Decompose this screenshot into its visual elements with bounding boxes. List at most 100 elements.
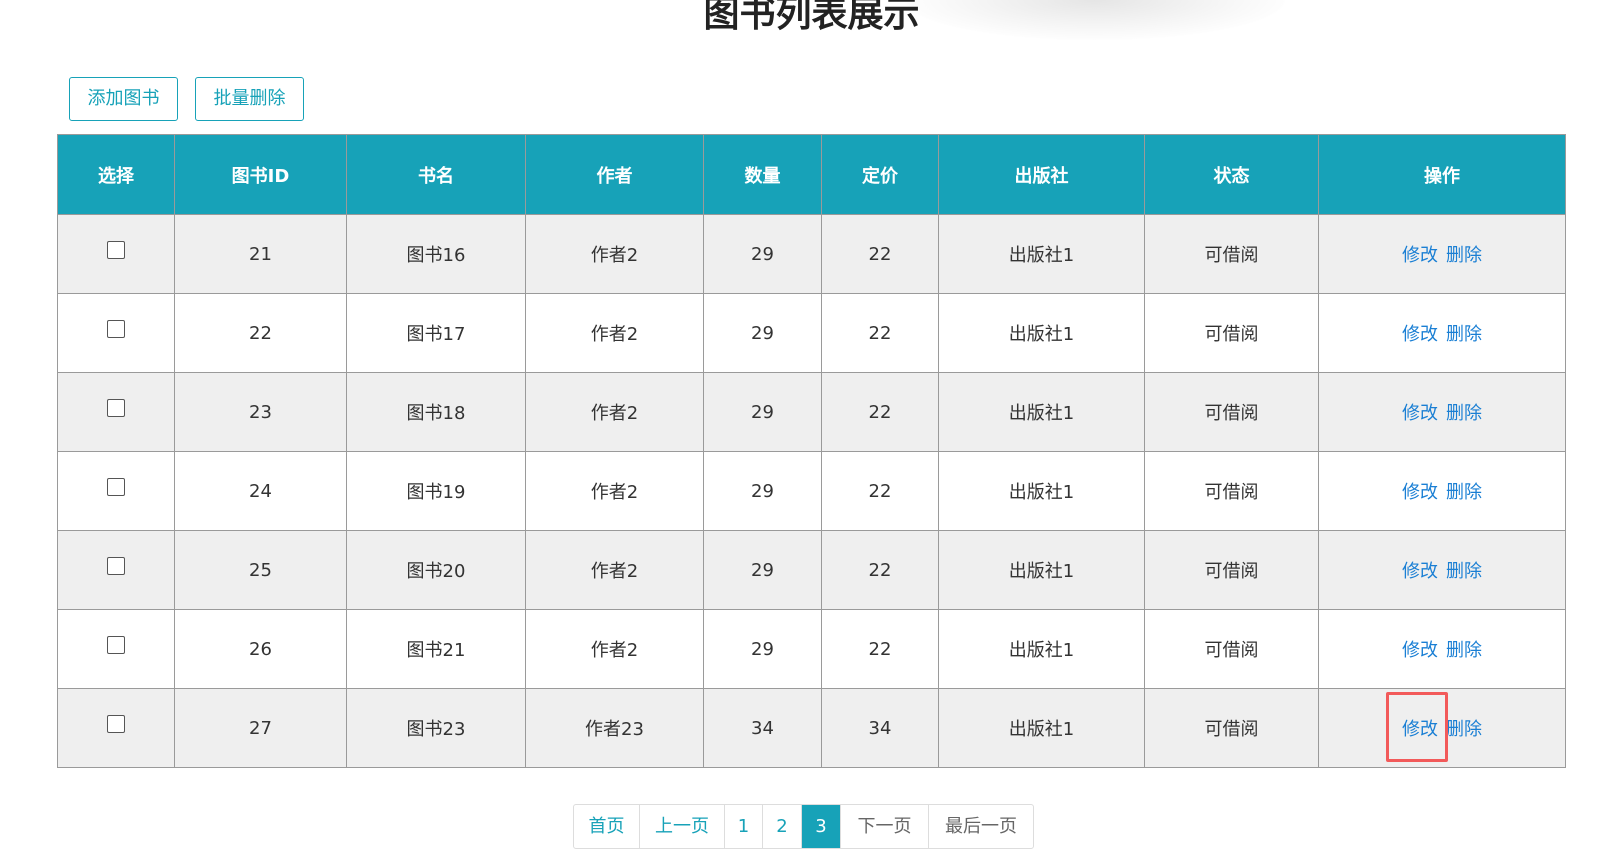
status-cell: 可借阅	[1144, 451, 1319, 531]
select-cell	[57, 609, 175, 689]
actions-cell: 修改 删除	[1318, 214, 1566, 294]
author-cell: 作者2	[525, 214, 704, 294]
select-cell	[57, 530, 175, 610]
header-author: 作者	[525, 134, 704, 215]
actions-cell: 修改 删除	[1318, 451, 1566, 531]
status-cell: 可借阅	[1144, 609, 1319, 689]
delete-link[interactable]: 删除	[1446, 324, 1482, 345]
status-cell: 可借阅	[1144, 530, 1319, 610]
table-row: 26 图书21 作者2 29 22 出版社1 可借阅 修改 删除	[57, 609, 1566, 689]
count-cell: 29	[703, 372, 822, 452]
header-book-name: 书名	[346, 134, 526, 215]
book-name-cell: 图书20	[346, 530, 526, 610]
edit-link[interactable]: 修改	[1402, 482, 1438, 503]
select-cell	[57, 214, 175, 294]
publisher-cell: 出版社1	[938, 688, 1145, 768]
publisher-cell: 出版社1	[938, 214, 1145, 294]
select-cell	[57, 293, 175, 373]
actions-cell: 修改 删除	[1318, 688, 1566, 768]
book-name-cell: 图书23	[346, 688, 526, 768]
count-cell: 29	[703, 214, 822, 294]
actions-cell: 修改 删除	[1318, 293, 1566, 373]
pagination-page-1[interactable]: 1	[724, 805, 762, 848]
book-id-cell: 23	[174, 372, 347, 452]
delete-link[interactable]: 删除	[1446, 482, 1482, 503]
header-actions: 操作	[1318, 134, 1566, 215]
count-cell: 29	[703, 530, 822, 610]
page-title: 图书列表展示	[703, 0, 920, 35]
actions-cell: 修改 删除	[1318, 372, 1566, 452]
count-cell: 29	[703, 293, 822, 373]
row-checkbox[interactable]	[107, 398, 125, 417]
author-cell: 作者2	[525, 530, 704, 610]
edit-link[interactable]: 修改	[1402, 640, 1438, 661]
book-name-cell: 图书19	[346, 451, 526, 531]
pagination-prev[interactable]: 上一页	[639, 805, 724, 848]
delete-link[interactable]: 删除	[1446, 403, 1482, 424]
table-row: 27 图书23 作者23 34 34 出版社1 可借阅 修改 删除	[57, 688, 1566, 768]
delete-link[interactable]: 删除	[1446, 640, 1482, 661]
price-cell: 22	[821, 530, 939, 610]
row-checkbox[interactable]	[107, 477, 125, 496]
row-checkbox[interactable]	[107, 319, 125, 338]
price-cell: 22	[821, 372, 939, 452]
status-cell: 可借阅	[1144, 293, 1319, 373]
header-count: 数量	[703, 134, 822, 215]
publisher-cell: 出版社1	[938, 530, 1145, 610]
select-cell	[57, 688, 175, 768]
select-cell	[57, 372, 175, 452]
publisher-cell: 出版社1	[938, 372, 1145, 452]
delete-link[interactable]: 删除	[1446, 719, 1482, 740]
author-cell: 作者23	[525, 688, 704, 768]
author-cell: 作者2	[525, 609, 704, 689]
author-cell: 作者2	[525, 451, 704, 531]
row-checkbox[interactable]	[107, 556, 125, 575]
price-cell: 22	[821, 293, 939, 373]
publisher-cell: 出版社1	[938, 451, 1145, 531]
book-id-cell: 25	[174, 530, 347, 610]
header-status: 状态	[1144, 134, 1319, 215]
row-checkbox[interactable]	[107, 240, 125, 259]
edit-link[interactable]: 修改	[1402, 245, 1438, 266]
price-cell: 22	[821, 214, 939, 294]
table-row: 22 图书17 作者2 29 22 出版社1 可借阅 修改 删除	[57, 293, 1566, 373]
delete-link[interactable]: 删除	[1446, 561, 1482, 582]
status-cell: 可借阅	[1144, 688, 1319, 768]
book-id-cell: 24	[174, 451, 347, 531]
book-name-cell: 图书18	[346, 372, 526, 452]
edit-link[interactable]: 修改	[1402, 719, 1438, 740]
book-name-cell: 图书16	[346, 214, 526, 294]
publisher-cell: 出版社1	[938, 609, 1145, 689]
count-cell: 29	[703, 451, 822, 531]
add-book-button[interactable]: 添加图书	[69, 77, 178, 121]
header-price: 定价	[821, 134, 939, 215]
pagination-next[interactable]: 下一页	[840, 805, 928, 848]
book-id-cell: 27	[174, 688, 347, 768]
book-id-cell: 21	[174, 214, 347, 294]
actions-cell: 修改 删除	[1318, 609, 1566, 689]
delete-link[interactable]: 删除	[1446, 245, 1482, 266]
pagination: 首页 上一页 1 2 3 下一页 最后一页	[573, 804, 1034, 849]
edit-link[interactable]: 修改	[1402, 324, 1438, 345]
edit-link[interactable]: 修改	[1402, 403, 1438, 424]
book-name-cell: 图书21	[346, 609, 526, 689]
price-cell: 22	[821, 451, 939, 531]
count-cell: 29	[703, 609, 822, 689]
table-header-row: 选择 图书ID 书名 作者 数量 定价 出版社 状态 操作	[57, 134, 1566, 215]
book-table: 选择 图书ID 书名 作者 数量 定价 出版社 状态 操作 21 图书16 作者2 2…	[57, 134, 1566, 768]
price-cell: 34	[821, 688, 939, 768]
author-cell: 作者2	[525, 372, 704, 452]
pagination-page-2[interactable]: 2	[762, 805, 801, 848]
pagination-first[interactable]: 首页	[574, 805, 639, 848]
row-checkbox[interactable]	[107, 635, 125, 654]
price-cell: 22	[821, 609, 939, 689]
header-select: 选择	[57, 134, 175, 215]
batch-delete-button[interactable]: 批量删除	[195, 77, 304, 121]
pagination-page-3[interactable]: 3	[801, 805, 840, 848]
status-cell: 可借阅	[1144, 214, 1319, 294]
row-checkbox[interactable]	[107, 714, 125, 733]
count-cell: 34	[703, 688, 822, 768]
edit-link[interactable]: 修改	[1402, 561, 1438, 582]
header-book-id: 图书ID	[174, 134, 347, 215]
pagination-last[interactable]: 最后一页	[928, 805, 1033, 848]
